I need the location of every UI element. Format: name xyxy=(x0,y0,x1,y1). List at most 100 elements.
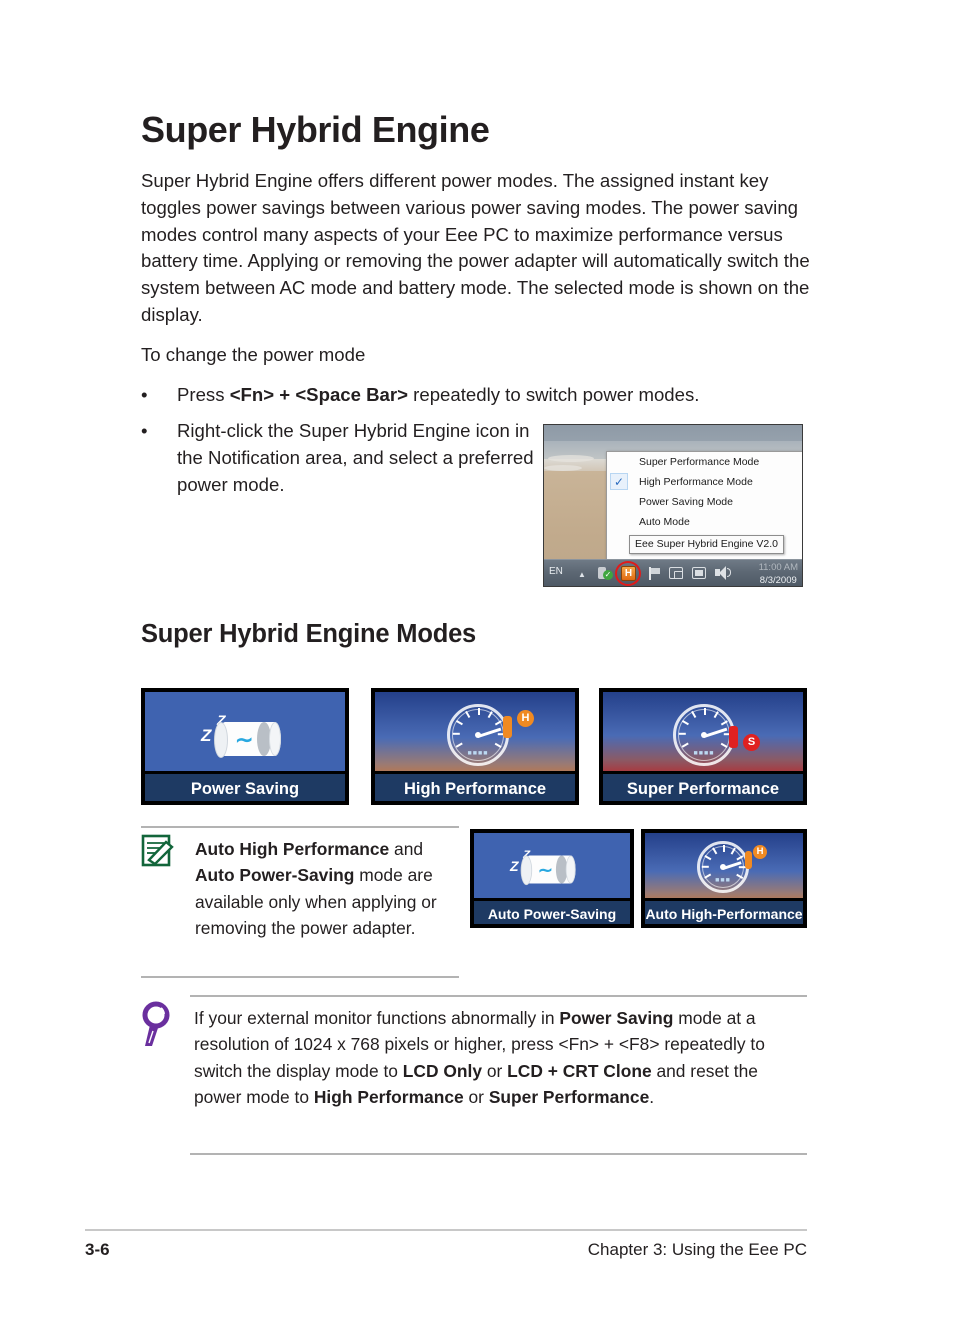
tip-callout: If your external monitor functions abnor… xyxy=(141,995,809,1155)
note-bold-1: Auto High Performance xyxy=(195,839,390,859)
mode-label: Auto High-Performance xyxy=(645,898,803,924)
tip-rule-bottom xyxy=(190,1153,807,1155)
device-inner-shape xyxy=(674,571,683,579)
battery-sleep-icon: Z Z ∼ xyxy=(201,712,293,764)
tip-bold-segment: High Performance xyxy=(313,1087,464,1108)
menu-item-super-performance[interactable]: Super Performance Mode xyxy=(607,452,802,472)
list-item: • Right-click the Super Hybrid Engine ic… xyxy=(141,418,541,498)
display-inner-shape xyxy=(695,570,703,576)
lightning-bolt-icon: ∼ xyxy=(537,859,553,881)
mode-tile-auto-high-performance: ■■■ H Auto High-Performance xyxy=(641,829,807,928)
bullet-text: Press <Fn> + <Space Bar> repeatedly to s… xyxy=(177,384,700,405)
gauge-tick xyxy=(478,708,480,715)
menu-item-high-performance[interactable]: ✓ High Performance Mode xyxy=(607,472,802,492)
tip-text-segment: or xyxy=(482,1060,508,1081)
mode-badge-h: H xyxy=(517,710,534,727)
check-icon: ✓ xyxy=(610,473,628,490)
flag-icon[interactable] xyxy=(646,565,663,582)
sleep-z-icon: Z xyxy=(201,726,212,745)
chevron-up-icon[interactable]: ▲ xyxy=(578,570,586,579)
note-text: Auto High Performance and Auto Power-Sav… xyxy=(195,839,437,939)
section-title: Super Hybrid Engine Modes xyxy=(141,620,477,648)
taskbar[interactable]: EN ▲ ✓ H 11:00 AM 8/3/2009 xyxy=(544,559,802,586)
tooltip: Eee Super Hybrid Engine V2.0 xyxy=(629,535,785,554)
bullet-marker: • xyxy=(141,420,148,441)
gauge-readout: ■■■■ xyxy=(693,750,715,757)
speaker-cone-shape xyxy=(719,566,726,580)
language-indicator[interactable]: EN xyxy=(549,566,563,577)
mode-label: Power Saving xyxy=(145,771,345,801)
menu-item-label: High Performance Mode xyxy=(639,476,753,488)
note-rule-bottom xyxy=(141,976,459,978)
mode-label: Super Performance xyxy=(603,771,803,801)
magnifying-glass-icon xyxy=(142,1001,170,1046)
speaker-wave-shape xyxy=(727,568,731,577)
tip-bold-segment: Power Saving xyxy=(559,1008,674,1028)
page-title: Super Hybrid Engine xyxy=(141,109,490,150)
flag-cloth-shape xyxy=(651,568,660,574)
highlight-circle-annotation xyxy=(615,561,641,586)
gauge-readout: ■■■ xyxy=(715,877,731,884)
network-check-icon: ✓ xyxy=(603,570,613,580)
gauge-hub-shape xyxy=(475,732,481,738)
gauge-hub-shape xyxy=(701,732,707,738)
mode-art-auto-high-performance: ■■■ H Auto High-Performance xyxy=(645,833,803,924)
tip-text-segment: or xyxy=(463,1087,489,1108)
display-icon[interactable] xyxy=(691,565,708,582)
note-pencil-icon xyxy=(141,834,174,867)
tip-rule-top xyxy=(190,995,807,997)
tip-text-segment: If your external monitor functions abnor… xyxy=(194,1008,560,1028)
wallpaper-foam-streak xyxy=(548,455,594,462)
gauge-tick xyxy=(701,866,709,868)
network-icon[interactable]: ✓ xyxy=(596,565,613,582)
list-item: • Press <Fn> + <Space Bar> repeatedly to… xyxy=(141,382,801,409)
mode-label: Auto Power-Saving xyxy=(474,898,630,924)
tip-text: If your external monitor functions abnor… xyxy=(194,1005,806,1111)
page-number: 3-6 xyxy=(85,1240,110,1259)
gauge-readout: ■■■■ xyxy=(467,750,489,757)
keyboard-shortcut: <Fn> + <Space Bar> xyxy=(229,384,408,405)
menu-item-auto-mode[interactable]: Auto Mode xyxy=(607,512,802,532)
gauge-accent-arc xyxy=(729,726,738,749)
wallpaper-foam-streak xyxy=(544,465,582,471)
footer-divider xyxy=(85,1229,807,1231)
gauge-tick xyxy=(678,733,686,735)
intro-paragraph: Super Hybrid Engine offers different pow… xyxy=(141,170,810,325)
mode-tile-super-performance: ■■■■ S Super Performance xyxy=(599,688,807,805)
mode-art-high-performance: ■■■■ H High Performance xyxy=(375,692,575,801)
menu-item-label: Super Performance Mode xyxy=(639,456,760,468)
mode-tile-high-performance: ■■■■ H High Performance xyxy=(371,688,579,805)
speedometer-icon: ■■■■ xyxy=(447,704,512,766)
gauge-tick xyxy=(704,708,706,715)
mode-badge-s: S xyxy=(743,734,760,751)
volume-icon[interactable] xyxy=(714,565,731,582)
clock-date: 8/3/2009 xyxy=(759,575,797,586)
menu-item-label: Power Saving Mode xyxy=(639,496,733,508)
note-callout: Auto High Performance and Auto Power-Sav… xyxy=(141,826,461,978)
mode-tile-auto-power-saving: Z Z ∼ Auto Power-Saving xyxy=(470,829,634,928)
battery-sleep-icon: Z Z ∼ xyxy=(510,847,585,887)
notification-area-screenshot: Super Performance Mode ✓ High Performanc… xyxy=(543,424,803,587)
lead-text: To change the power mode xyxy=(141,344,366,365)
gauge-accent-arc xyxy=(503,716,512,739)
gauge-accent-arc xyxy=(745,851,752,870)
tip-text-segment: . xyxy=(649,1087,655,1108)
menu-item-power-saving[interactable]: Power Saving Mode xyxy=(607,492,802,512)
clock[interactable]: 11:00 AM 8/3/2009 xyxy=(758,561,798,586)
document-page: Super Hybrid Engine Super Hybrid Engine … xyxy=(0,0,954,1339)
speedometer-icon: ■■■■ xyxy=(673,704,738,766)
device-icon[interactable] xyxy=(668,565,685,582)
note-rule-top xyxy=(141,826,459,828)
tip-bold-segment: LCD + CRT Clone xyxy=(507,1060,652,1081)
mode-art-super-performance: ■■■■ S Super Performance xyxy=(603,692,803,801)
note-bold-2: Auto Power-Saving xyxy=(195,865,355,886)
lightning-bolt-icon: ∼ xyxy=(235,727,254,752)
bullet-marker: • xyxy=(141,384,148,405)
bullet-text: Right-click the Super Hybrid Engine icon… xyxy=(177,420,534,495)
chapter-label: Chapter 3: Using the Eee PC xyxy=(587,1240,807,1259)
tip-bold-segment: Super Performance xyxy=(488,1087,650,1108)
mode-badge-h: H xyxy=(753,845,767,859)
clock-time: 11:00 AM xyxy=(758,562,798,573)
gauge-tick xyxy=(723,845,725,852)
mode-label: High Performance xyxy=(375,771,575,801)
